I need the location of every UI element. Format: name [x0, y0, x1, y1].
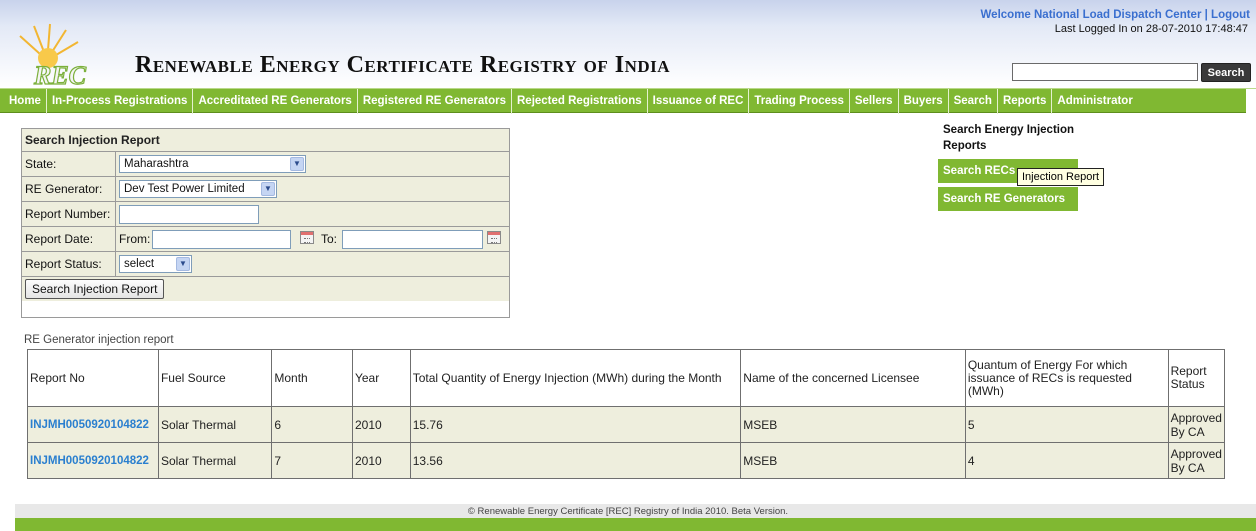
generator-row: RE Generator: Dev Test Power Limited ▼: [22, 177, 509, 202]
report-status-select[interactable]: select ▼: [119, 255, 192, 273]
report-date-label: Report Date:: [22, 227, 116, 251]
header-search-button[interactable]: Search: [1201, 63, 1251, 82]
table-cell: 15.76: [409, 406, 742, 443]
calendar-icon[interactable]: [487, 231, 501, 244]
welcome-text: Welcome National Load Dispatch Center: [980, 9, 1202, 21]
calendar-icon[interactable]: [300, 231, 314, 244]
table-cell: 4: [964, 442, 1169, 479]
table-header-row: Report No Fuel Source Month Year Total Q…: [27, 349, 1226, 407]
side-title: Search Energy Injection Reports: [943, 124, 1075, 152]
footer-bar: [15, 518, 1256, 531]
generator-select[interactable]: Dev Test Power Limited ▼: [119, 180, 277, 198]
to-label: To:: [321, 232, 338, 246]
welcome-separator: |: [1204, 9, 1208, 21]
nav-items: Home In-Process Registrations Accreditat…: [4, 89, 1138, 114]
column-header: Month: [271, 349, 353, 407]
report-number-link[interactable]: INJMH0050920104822: [27, 406, 159, 443]
nav-item-trading-process[interactable]: Trading Process: [749, 89, 850, 114]
table-cell: 13.56: [409, 442, 742, 479]
table-cell: 2010: [351, 406, 411, 443]
results-caption: RE Generator injection report: [24, 334, 174, 346]
table-cell: 6: [271, 406, 353, 443]
column-header: Year: [351, 349, 411, 407]
generator-label: RE Generator:: [22, 177, 116, 201]
nav-item-issuance-of-rec[interactable]: Issuance of REC: [648, 89, 750, 114]
site-title: Renewable Energy Certificate Registry of…: [135, 52, 671, 78]
logout-link[interactable]: Logout: [1211, 9, 1250, 21]
nav-item-administrator[interactable]: Administrator: [1052, 89, 1137, 114]
state-select-value: Maharashtra: [124, 158, 189, 170]
table-cell: Approved By CA: [1167, 406, 1226, 443]
nav-item-registered-re-generators[interactable]: Registered RE Generators: [358, 89, 512, 114]
table-row: INJMH0050920104822 Solar Thermal 6 2010 …: [27, 406, 1226, 443]
column-header: Total Quantity of Energy Injection (MWh)…: [409, 349, 742, 407]
state-select[interactable]: Maharashtra ▼: [119, 155, 306, 173]
svg-text:REC: REC: [33, 61, 87, 86]
welcome-line: Welcome National Load Dispatch Center | …: [981, 9, 1250, 21]
report-number-link[interactable]: INJMH0050920104822: [27, 442, 159, 479]
search-re-generators-button[interactable]: Search RE Generators: [938, 187, 1078, 211]
state-row: State: Maharashtra ▼: [22, 152, 509, 177]
search-injection-form: Search Injection Report State: Maharasht…: [21, 128, 510, 318]
nav-item-home[interactable]: Home: [4, 89, 47, 114]
column-header: Report Status: [1167, 349, 1226, 407]
state-label: State:: [22, 152, 116, 176]
table-cell: Approved By CA: [1167, 442, 1226, 479]
nav-item-accreditated-re-generators[interactable]: Accreditated RE Generators: [193, 89, 358, 114]
column-header: Quantum of Energy For which issuance of …: [964, 349, 1169, 407]
report-number-label: Report Number:: [22, 202, 116, 226]
generator-select-value: Dev Test Power Limited: [124, 183, 245, 195]
chevron-down-icon: ▼: [176, 257, 190, 271]
header-search-input[interactable]: [1012, 63, 1198, 81]
table-cell: 2010: [351, 442, 411, 479]
table-row: INJMH0050920104822 Solar Thermal 7 2010 …: [27, 442, 1226, 479]
form-title: Search Injection Report: [22, 129, 509, 152]
to-date-input[interactable]: [342, 230, 483, 249]
header: REC Renewable Energy Certificate Registr…: [0, 0, 1256, 87]
report-date-row: Report Date: From: To:: [22, 227, 509, 252]
nav-tail: [1246, 89, 1256, 114]
nav-item-buyers[interactable]: Buyers: [899, 89, 949, 114]
report-number-input[interactable]: [119, 205, 259, 224]
table-cell: Solar Thermal: [157, 442, 273, 479]
last-login-text: Last Logged In on 28-07-2010 17:48:47: [1054, 23, 1248, 35]
table-cell: MSEB: [740, 442, 966, 479]
chevron-down-icon: ▼: [261, 182, 275, 196]
from-date-input[interactable]: [152, 230, 291, 249]
from-label: From:: [119, 232, 151, 246]
table-cell: MSEB: [740, 406, 966, 443]
column-header: Name of the concerned Licensee: [740, 349, 966, 407]
results-table: Report No Fuel Source Month Year Total Q…: [27, 349, 1226, 479]
nav-item-sellers[interactable]: Sellers: [850, 89, 899, 114]
report-status-select-value: select: [124, 258, 155, 270]
nav-item-rejected-registrations[interactable]: Rejected Registrations: [512, 89, 648, 114]
form-button-row: Search Injection Report: [22, 277, 509, 301]
nav-item-search[interactable]: Search: [949, 89, 998, 114]
search-injection-report-button[interactable]: Search Injection Report: [25, 279, 165, 299]
footer-text: © Renewable Energy Certificate [REC] Reg…: [467, 506, 789, 517]
nav-item-reports[interactable]: Reports: [998, 89, 1053, 114]
report-status-label: Report Status:: [22, 252, 116, 276]
table-cell: 5: [964, 406, 1169, 443]
report-number-row: Report Number:: [22, 202, 509, 227]
column-header: Fuel Source: [157, 349, 273, 407]
table-cell: Solar Thermal: [157, 406, 273, 443]
report-status-row: Report Status: select ▼: [22, 252, 509, 277]
column-header: Report No: [27, 349, 159, 407]
table-cell: 7: [271, 442, 353, 479]
main-nav: Home In-Process Registrations Accreditat…: [0, 88, 1256, 114]
rec-logo: REC: [19, 23, 87, 86]
nav-item-in-process-registrations[interactable]: In-Process Registrations: [47, 89, 194, 114]
chevron-down-icon: ▼: [290, 157, 304, 171]
tooltip: Injection Report: [1017, 168, 1105, 186]
